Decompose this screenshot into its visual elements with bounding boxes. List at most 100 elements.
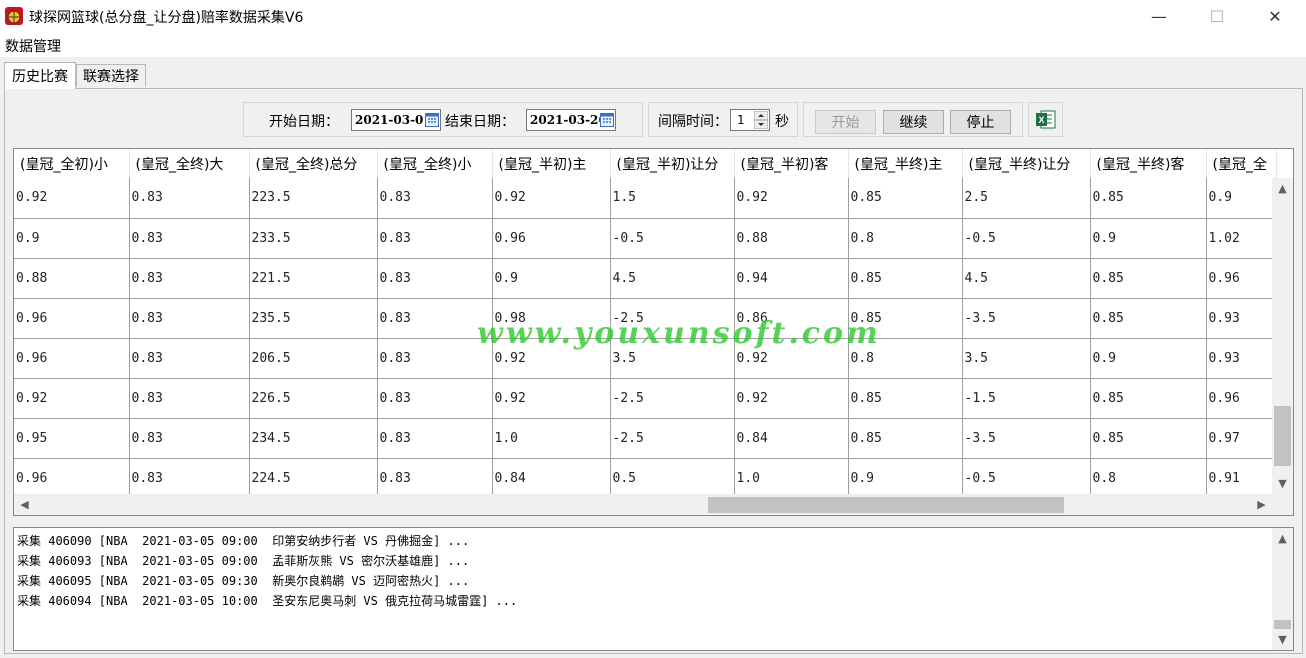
interval-spinner[interactable]: 1 (730, 109, 770, 131)
column-header[interactable]: (皇冠_半终)主 (848, 149, 963, 178)
column-header[interactable]: (皇冠_全终)大 (129, 149, 250, 178)
table-cell[interactable]: 0.9 (492, 258, 611, 299)
table-cell[interactable]: 4.5 (962, 258, 1091, 299)
table-cell[interactable]: 224.5 (249, 458, 378, 499)
table-cell[interactable]: 0.97 (1206, 418, 1277, 459)
table-cell[interactable]: -3.5 (962, 298, 1091, 339)
table-cell[interactable]: 1.02 (1206, 218, 1277, 259)
table-cell[interactable]: 0.85 (1090, 258, 1207, 299)
table-cell[interactable]: 0.94 (734, 258, 849, 299)
table-cell[interactable]: 0.9 (1206, 178, 1277, 219)
table-cell[interactable]: 0.5 (610, 458, 735, 499)
table-row[interactable]: 0.92 0.83 226.5 0.83 0.92 -2.5 0.92 0.85… (14, 378, 1277, 419)
table-cell[interactable]: 0.85 (848, 258, 963, 299)
scroll-right-icon[interactable]: ▶ (1251, 494, 1272, 515)
table-cell[interactable]: 0.83 (377, 178, 493, 219)
column-header[interactable]: (皇冠_半初)让分 (610, 149, 735, 178)
scroll-up-icon[interactable]: ▲ (1272, 178, 1293, 199)
column-header[interactable]: (皇冠_全终)小 (377, 149, 493, 178)
table-cell[interactable]: 0.9 (14, 218, 130, 259)
grid-vertical-thumb[interactable] (1274, 406, 1291, 466)
table-cell[interactable]: -0.5 (962, 458, 1091, 499)
table-cell[interactable]: 0.8 (1090, 458, 1207, 499)
table-cell[interactable]: 0.96 (14, 298, 130, 339)
grid-vertical-scrollbar[interactable]: ▲ ▼ (1272, 178, 1293, 494)
table-cell[interactable]: 0.83 (129, 418, 250, 459)
continue-button[interactable]: 继续 (883, 110, 944, 134)
table-cell[interactable]: 0.95 (14, 418, 130, 459)
scroll-down-icon[interactable]: ▼ (1272, 629, 1293, 650)
table-cell[interactable]: 0.83 (129, 298, 250, 339)
calendar-icon[interactable] (600, 112, 614, 127)
table-cell[interactable]: 0.96 (1206, 258, 1277, 299)
table-cell[interactable]: -2.5 (610, 418, 735, 459)
scroll-down-icon[interactable]: ▼ (1272, 473, 1293, 494)
table-row[interactable]: 0.95 0.83 234.5 0.83 1.0 -2.5 0.84 0.85 … (14, 418, 1277, 459)
table-cell[interactable]: 0.96 (492, 218, 611, 259)
table-cell[interactable]: 0.83 (129, 458, 250, 499)
table-cell[interactable]: 0.96 (14, 338, 130, 379)
table-cell[interactable]: 1.5 (610, 178, 735, 219)
table-cell[interactable]: 0.92 (492, 378, 611, 419)
log-vertical-scrollbar[interactable]: ▲ ▼ (1272, 528, 1293, 650)
column-header[interactable]: (皇冠_全初)小 (14, 149, 130, 178)
table-cell[interactable]: 0.83 (377, 338, 493, 379)
table-cell[interactable]: 1.0 (492, 418, 611, 459)
table-cell[interactable]: 226.5 (249, 378, 378, 419)
start-button[interactable]: 开始 (815, 110, 876, 134)
table-cell[interactable]: 0.93 (1206, 298, 1277, 339)
table-cell[interactable]: 0.92 (734, 178, 849, 219)
grid-horizontal-scrollbar[interactable]: ◀ ▶ (14, 494, 1293, 515)
table-cell[interactable]: 0.92 (492, 178, 611, 219)
start-date-picker[interactable]: 2021-03-01 (351, 109, 441, 131)
log-output[interactable]: 采集 406090 [NBA 2021-03-05 09:00 印第安纳步行者 … (13, 527, 1294, 651)
scroll-up-icon[interactable]: ▲ (1272, 528, 1293, 549)
table-cell[interactable]: 4.5 (610, 258, 735, 299)
table-cell[interactable]: 0.8 (848, 218, 963, 259)
table-cell[interactable]: 0.92 (14, 378, 130, 419)
table-row[interactable]: 0.9 0.83 233.5 0.83 0.96 -0.5 0.88 0.8 -… (14, 218, 1277, 259)
table-cell[interactable]: 0.91 (1206, 458, 1277, 499)
menu-data-management[interactable]: 数据管理 (5, 36, 61, 56)
table-cell[interactable]: 0.93 (1206, 338, 1277, 379)
stop-button[interactable]: 停止 (950, 110, 1011, 134)
table-cell[interactable]: 0.83 (129, 338, 250, 379)
table-cell[interactable]: 0.88 (734, 218, 849, 259)
grid-horizontal-thumb[interactable] (708, 497, 1064, 513)
table-cell[interactable]: 3.5 (962, 338, 1091, 379)
table-cell[interactable]: 0.84 (492, 458, 611, 499)
table-cell[interactable]: 2.5 (962, 178, 1091, 219)
table-cell[interactable]: 0.96 (1206, 378, 1277, 419)
table-cell[interactable]: 0.85 (848, 378, 963, 419)
table-cell[interactable]: -2.5 (610, 378, 735, 419)
column-header[interactable]: (皇冠_半终)客 (1090, 149, 1207, 178)
table-cell[interactable]: 0.85 (1090, 298, 1207, 339)
table-cell[interactable]: 0.83 (377, 258, 493, 299)
table-cell[interactable]: 234.5 (249, 418, 378, 459)
table-cell[interactable]: 0.85 (848, 418, 963, 459)
tab-league-select[interactable]: 联赛选择 (76, 64, 146, 87)
log-scroll-thumb[interactable] (1274, 620, 1291, 629)
table-cell[interactable]: 0.96 (14, 458, 130, 499)
minimize-button[interactable]: — (1130, 0, 1188, 33)
table-cell[interactable]: 0.88 (14, 258, 130, 299)
table-cell[interactable]: 0.83 (129, 258, 250, 299)
table-cell[interactable]: 0.9 (848, 458, 963, 499)
table-cell[interactable]: -1.5 (962, 378, 1091, 419)
excel-export-icon[interactable]: X (1035, 109, 1056, 130)
table-cell[interactable]: 0.83 (377, 378, 493, 419)
scroll-left-icon[interactable]: ◀ (14, 494, 35, 515)
table-cell[interactable]: 0.85 (1090, 178, 1207, 219)
table-cell[interactable]: 0.83 (377, 298, 493, 339)
table-cell[interactable]: -3.5 (962, 418, 1091, 459)
spinner-arrows-icon[interactable] (754, 111, 768, 129)
table-cell[interactable]: 221.5 (249, 258, 378, 299)
column-header[interactable]: (皇冠_半初)客 (734, 149, 849, 178)
table-cell[interactable]: 0.92 (734, 378, 849, 419)
table-cell[interactable]: 235.5 (249, 298, 378, 339)
table-cell[interactable]: 233.5 (249, 218, 378, 259)
table-cell[interactable]: 0.85 (1090, 418, 1207, 459)
table-cell[interactable]: 0.92 (14, 178, 130, 219)
table-cell[interactable]: 0.83 (129, 218, 250, 259)
column-header[interactable]: (皇冠_全 (1206, 149, 1277, 178)
